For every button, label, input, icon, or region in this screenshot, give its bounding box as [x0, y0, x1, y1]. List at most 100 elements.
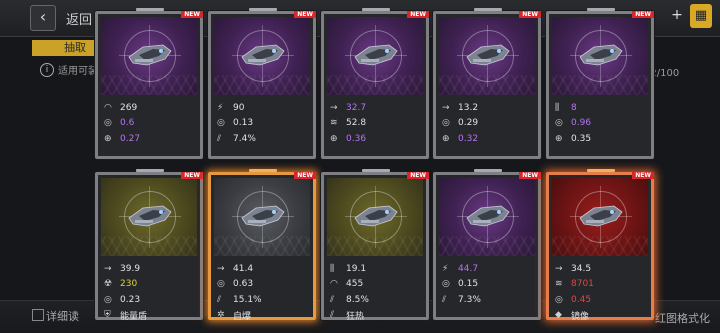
stat-value: 34.5 [571, 263, 592, 274]
card-tab-marker [474, 169, 502, 172]
stat-row: ◠ 455 [330, 277, 422, 293]
stat-row: ◎ 0.13 [217, 116, 309, 132]
stat-row: ◠ 269 [104, 100, 196, 116]
stat-value: 0.29 [458, 118, 479, 129]
stat-row: ✲ 自爆 [217, 308, 309, 324]
stat-row: ⊕ 0.27 [104, 131, 196, 147]
target-icon: ◎ [217, 279, 225, 290]
dome-icon: ◠ [330, 279, 338, 290]
info-icon: i [40, 63, 54, 77]
card-tab-marker [136, 8, 164, 11]
reward-card[interactable]: NEW → 32.7 ≋ 52.8 ⊕ 0.36 [321, 8, 429, 159]
bars-icon: ⫼ [330, 263, 335, 274]
ship-artwork [552, 17, 648, 95]
stat-value: 7.4% [233, 133, 256, 144]
stat-row: ◎ 0.29 [442, 116, 534, 132]
stat-value: 0.27 [120, 133, 141, 144]
stat-value: 39.9 [120, 263, 141, 274]
reward-card[interactable]: NEW → 34.5 ≋ 8701 ◎ 0.45 ◆ 镜像 [546, 169, 654, 322]
new-badge: NEW [294, 172, 316, 179]
stat-row: → 32.7 [330, 100, 422, 116]
stat-value: 能量盾 [120, 311, 148, 322]
ship-artwork [439, 178, 535, 256]
card-tab-marker [474, 8, 502, 11]
card-tab-marker [249, 169, 277, 172]
stat-list: ⫼ 19.1 ◠ 455 ⫽ 8.5% ⫽ 狂热 [330, 261, 422, 323]
stat-value: 0.36 [346, 133, 367, 144]
stat-list: ⚡ 44.7 ◎ 0.15 ⫽ 7.3% [442, 261, 534, 308]
stat-row: ◎ 0.23 [104, 292, 196, 308]
mirror-icon: ◆ [555, 310, 562, 321]
reward-card[interactable]: NEW ⫼ 19.1 ◠ 455 ⫽ 8.5% ⫽ 狂热 [321, 169, 429, 323]
target-icon: ◎ [442, 279, 450, 290]
stat-row: ⫼ 8 [555, 100, 647, 116]
card-tab-marker [136, 169, 164, 172]
crosshair-icon: ⊕ [330, 133, 338, 144]
stat-value: 19.1 [346, 263, 367, 274]
stat-value: 0.6 [120, 118, 135, 129]
stat-row: ⛨ 能量盾 [104, 308, 196, 324]
ship-artwork [327, 17, 423, 95]
ship-artwork [101, 178, 197, 256]
dome-icon: ◠ [104, 102, 112, 113]
stat-value: 90 [233, 102, 245, 113]
target-icon: ◎ [442, 118, 450, 129]
stat-list: → 41.4 ◎ 0.63 ⫽ 15.1% ✲ 自爆 [217, 261, 309, 323]
new-badge: NEW [407, 172, 429, 179]
ship-artwork [214, 178, 310, 256]
ship-artwork [101, 17, 197, 95]
stat-value: 52.8 [346, 118, 367, 129]
card-tab-marker [362, 169, 390, 172]
reward-card[interactable]: NEW ⚡ 44.7 ◎ 0.15 ⫽ 7.3% [433, 169, 541, 320]
reward-card[interactable]: NEW → 13.2 ◎ 0.29 ⊕ 0.32 [433, 8, 541, 159]
stat-row: ⫽ 7.4% [217, 131, 309, 147]
stat-list: ⫼ 8 ◎ 0.96 ⊕ 0.35 [555, 100, 647, 147]
critical-icon: ⫽ [217, 294, 222, 305]
stat-row: ◆ 镜像 [555, 308, 647, 324]
ship-artwork [552, 178, 648, 256]
stat-value: 455 [346, 279, 364, 290]
info-text: 适用可装 [58, 66, 98, 77]
reward-card[interactable]: NEW → 39.9 ☢ 230 ◎ 0.23 ⛨ 能量盾 [95, 169, 203, 323]
red-format-label[interactable]: 红图格式化 [655, 310, 710, 326]
stat-value: 0.35 [571, 133, 592, 144]
crosshair-icon: ⊕ [442, 133, 450, 144]
stat-row: ⚡ 90 [217, 100, 309, 116]
chevron-left-icon[interactable]: ‹ [30, 5, 56, 31]
stat-list: → 32.7 ≋ 52.8 ⊕ 0.36 [330, 100, 422, 147]
new-badge: NEW [181, 172, 203, 179]
ship-artwork [214, 17, 310, 95]
back-label[interactable]: 返回 [66, 9, 92, 28]
stat-row: ⊕ 0.32 [442, 131, 534, 147]
stat-value: 0.96 [571, 118, 592, 129]
stat-value: 自爆 [233, 311, 252, 322]
plus-icon[interactable]: + [670, 8, 684, 22]
stat-row: ◎ 0.15 [442, 277, 534, 293]
speed-icon: → [330, 102, 338, 113]
reward-card[interactable]: NEW ⚡ 90 ◎ 0.13 ⫽ 7.4% [208, 8, 316, 159]
card-tab-marker [587, 169, 615, 172]
target-icon: ◎ [104, 118, 112, 129]
critical-icon: ⫽ [330, 294, 335, 305]
detail-checkbox[interactable] [32, 309, 44, 321]
stat-row: → 41.4 [217, 261, 309, 277]
stat-row: ◎ 0.45 [555, 292, 647, 308]
stat-value: 269 [120, 102, 138, 113]
detail-label: 详细读 [46, 310, 79, 323]
lightning-icon: ⚡ [442, 263, 449, 274]
cart-icon[interactable]: ▦ [690, 4, 712, 28]
reward-card[interactable]: NEW → 41.4 ◎ 0.63 ⫽ 15.1% ✲ 自爆 [208, 169, 316, 323]
speed-icon: → [555, 263, 563, 274]
wave-icon: ≋ [555, 279, 563, 290]
new-badge: NEW [519, 172, 541, 179]
card-tab-marker [249, 8, 277, 11]
stat-value: 狂热 [346, 311, 365, 322]
lightning-icon: ⚡ [217, 102, 224, 113]
stat-row: → 34.5 [555, 261, 647, 277]
stat-row: ⫽ 15.1% [217, 292, 309, 308]
reward-card[interactable]: NEW ◠ 269 ◎ 0.6 ⊕ 0.27 [95, 8, 203, 159]
stat-row: ⫼ 19.1 [330, 261, 422, 277]
new-badge: NEW [294, 11, 316, 18]
reward-card[interactable]: NEW ⫼ 8 ◎ 0.96 ⊕ 0.35 [546, 8, 654, 159]
stat-list: → 39.9 ☢ 230 ◎ 0.23 ⛨ 能量盾 [104, 261, 196, 323]
